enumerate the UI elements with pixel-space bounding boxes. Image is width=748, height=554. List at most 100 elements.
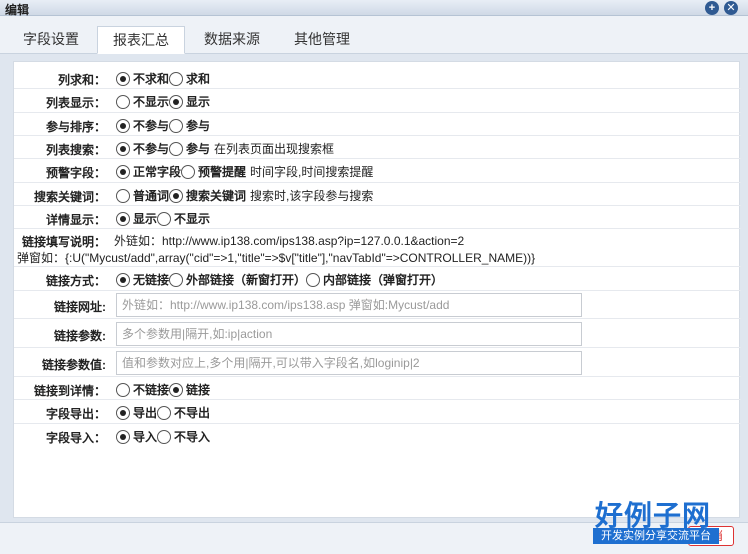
radio-icon[interactable]	[157, 405, 172, 420]
radio-group-sort: 不参与 参与	[116, 117, 210, 134]
radio-group-search-keyword: 普通词 搜索关键词 搜索时,该字段参与搜索	[116, 187, 373, 204]
radio-icon[interactable]	[169, 382, 184, 397]
option-no-detail-link[interactable]: 不链接	[116, 381, 169, 398]
row-detail-display: 详情显示： 显示 不显示	[14, 206, 741, 229]
link-url-input[interactable]: 外链如：http://www.ip138.com/ips138.asp 弹窗如:…	[116, 293, 582, 317]
radio-icon[interactable]	[157, 211, 172, 226]
option-detail-hide[interactable]: 不显示	[157, 210, 210, 227]
watermark-logo: 好例子网 开发实例分享交流平台	[593, 494, 723, 546]
radio-icon[interactable]	[116, 71, 130, 86]
option-detail-show[interactable]: 显示	[116, 210, 157, 227]
option-external-link[interactable]: 外部链接（新窗打开）	[169, 271, 306, 288]
radio-icon[interactable]	[116, 272, 130, 287]
link-help-popup: 弹窗如：{:U("Mycust/add",array("cid"=>1,"tit…	[17, 251, 536, 265]
radio-group-field-import: 导入 不导入	[116, 428, 210, 445]
link-param-value-input[interactable]: 值和参数对应上,多个用|隔开,可以带入字段名,如loginip|2	[116, 351, 582, 375]
radio-icon[interactable]	[169, 188, 184, 203]
add-icon[interactable]: +	[705, 1, 719, 15]
radio-icon[interactable]	[157, 429, 172, 444]
radio-group-column-sum: 不求和 求和	[116, 70, 210, 87]
row-search-keyword: 搜索关键词： 普通词 搜索关键词 搜索时,该字段参与搜索	[14, 183, 741, 206]
close-icon[interactable]: ✕	[724, 1, 738, 15]
radio-icon[interactable]	[169, 272, 184, 287]
label-list-display: 列表显示：	[45, 96, 106, 110]
radio-icon[interactable]	[116, 188, 130, 203]
radio-icon[interactable]	[116, 164, 130, 179]
option-export[interactable]: 导出	[116, 404, 157, 421]
row-link-detail: 链接到详情： 不链接 链接	[14, 377, 741, 400]
row-column-sum: 列求和： 不求和 求和	[14, 66, 741, 89]
link-param-input[interactable]: 多个参数用|隔开,如:ip|action	[116, 322, 582, 346]
radio-icon[interactable]	[169, 94, 184, 109]
warning-hint: 时间字段,时间搜索提醒	[250, 165, 374, 179]
option-search-keyword[interactable]: 搜索关键词	[169, 187, 246, 204]
tab-data-source[interactable]: 数据来源	[190, 26, 274, 54]
option-normal-word[interactable]: 普通词	[116, 187, 169, 204]
label-field-import: 字段导入：	[45, 431, 106, 445]
row-link-param: 链接参数: 多个参数用|隔开,如:ip|action	[14, 319, 741, 348]
window-titlebar: 编辑 + ✕	[0, 0, 748, 17]
radio-group-field-export: 导出 不导出	[116, 404, 210, 421]
radio-icon[interactable]	[169, 71, 184, 86]
row-field-import: 字段导入： 导入 不导入	[14, 424, 741, 447]
radio-icon[interactable]	[116, 429, 130, 444]
option-no-link[interactable]: 无链接	[116, 271, 169, 288]
radio-icon[interactable]	[169, 141, 184, 156]
row-link-mode: 链接方式： 无链接 外部链接（新窗打开） 内部链接（弹窗打开）	[14, 267, 741, 291]
radio-icon[interactable]	[306, 272, 321, 287]
row-link-url: 链接网址: 外链如：http://www.ip138.com/ips138.as…	[14, 291, 741, 319]
option-no-sum[interactable]: 不求和	[116, 70, 169, 87]
tab-report-summary[interactable]: 报表汇总	[97, 26, 185, 54]
radio-icon[interactable]	[116, 405, 130, 420]
label-search-keyword: 搜索关键词：	[33, 190, 106, 204]
radio-group-link-mode: 无链接 外部链接（新窗打开） 内部链接（弹窗打开）	[116, 271, 443, 288]
row-list-search: 列表搜索： 不参与 参与 在列表页面出现搜索框	[14, 136, 741, 159]
radio-group-link-detail: 不链接 链接	[116, 381, 210, 398]
radio-group-detail-display: 显示 不显示	[116, 210, 210, 227]
link-help-external: 外链如：http://www.ip138.com/ips138.asp?ip=1…	[114, 234, 465, 248]
label-link-param-value: 链接参数值:	[42, 358, 106, 372]
radio-icon[interactable]	[116, 118, 130, 133]
option-sort-no[interactable]: 不参与	[116, 117, 169, 134]
option-warning-reminder[interactable]: 预警提醒	[181, 163, 246, 180]
option-show[interactable]: 显示	[169, 93, 210, 110]
option-no-export[interactable]: 不导出	[157, 404, 210, 421]
label-link-param: 链接参数:	[54, 329, 106, 343]
label-link-url: 链接网址:	[54, 300, 106, 314]
label-warning-field: 预警字段：	[45, 166, 106, 180]
label-field-export: 字段导出：	[45, 407, 106, 421]
watermark-slogan: 开发实例分享交流平台	[593, 528, 719, 544]
radio-icon[interactable]	[116, 382, 130, 397]
option-import[interactable]: 导入	[116, 428, 157, 445]
radio-group-list-display: 不显示 显示	[116, 93, 210, 110]
option-search-yes[interactable]: 参与	[169, 140, 210, 157]
option-search-no[interactable]: 不参与	[116, 140, 169, 157]
option-sort-yes[interactable]: 参与	[169, 117, 210, 134]
option-hide[interactable]: 不显示	[116, 93, 169, 110]
label-link-detail: 链接到详情：	[33, 384, 106, 398]
radio-icon[interactable]	[116, 94, 130, 109]
row-field-export: 字段导出： 导出 不导出	[14, 400, 741, 424]
search-hint: 在列表页面出现搜索框	[214, 142, 335, 156]
option-no-import[interactable]: 不导入	[157, 428, 210, 445]
label-link-mode: 链接方式：	[45, 274, 106, 288]
row-warning-field: 预警字段： 正常字段 预警提醒 时间字段,时间搜索提醒	[14, 159, 741, 183]
radio-icon[interactable]	[116, 211, 130, 226]
tab-other-management[interactable]: 其他管理	[280, 26, 364, 54]
label-detail-display: 详情显示：	[45, 213, 106, 227]
label-sort: 参与排序：	[45, 120, 106, 134]
radio-icon[interactable]	[181, 164, 196, 179]
label-column-sum: 列求和：	[57, 73, 106, 87]
radio-icon[interactable]	[169, 118, 184, 133]
tab-field-settings[interactable]: 字段设置	[12, 26, 90, 54]
option-normal-field[interactable]: 正常字段	[116, 163, 181, 180]
option-detail-link[interactable]: 链接	[169, 381, 210, 398]
radio-icon[interactable]	[116, 141, 130, 156]
row-sort: 参与排序： 不参与 参与	[14, 113, 741, 136]
radio-group-warning-field: 正常字段 预警提醒 时间字段,时间搜索提醒	[116, 163, 373, 180]
option-internal-link[interactable]: 内部链接（弹窗打开）	[306, 271, 443, 288]
row-list-display: 列表显示： 不显示 显示	[14, 89, 741, 113]
tab-bar: 字段设置 报表汇总 数据来源 其他管理	[0, 16, 748, 54]
option-sum[interactable]: 求和	[169, 70, 210, 87]
radio-group-list-search: 不参与 参与 在列表页面出现搜索框	[116, 140, 334, 157]
